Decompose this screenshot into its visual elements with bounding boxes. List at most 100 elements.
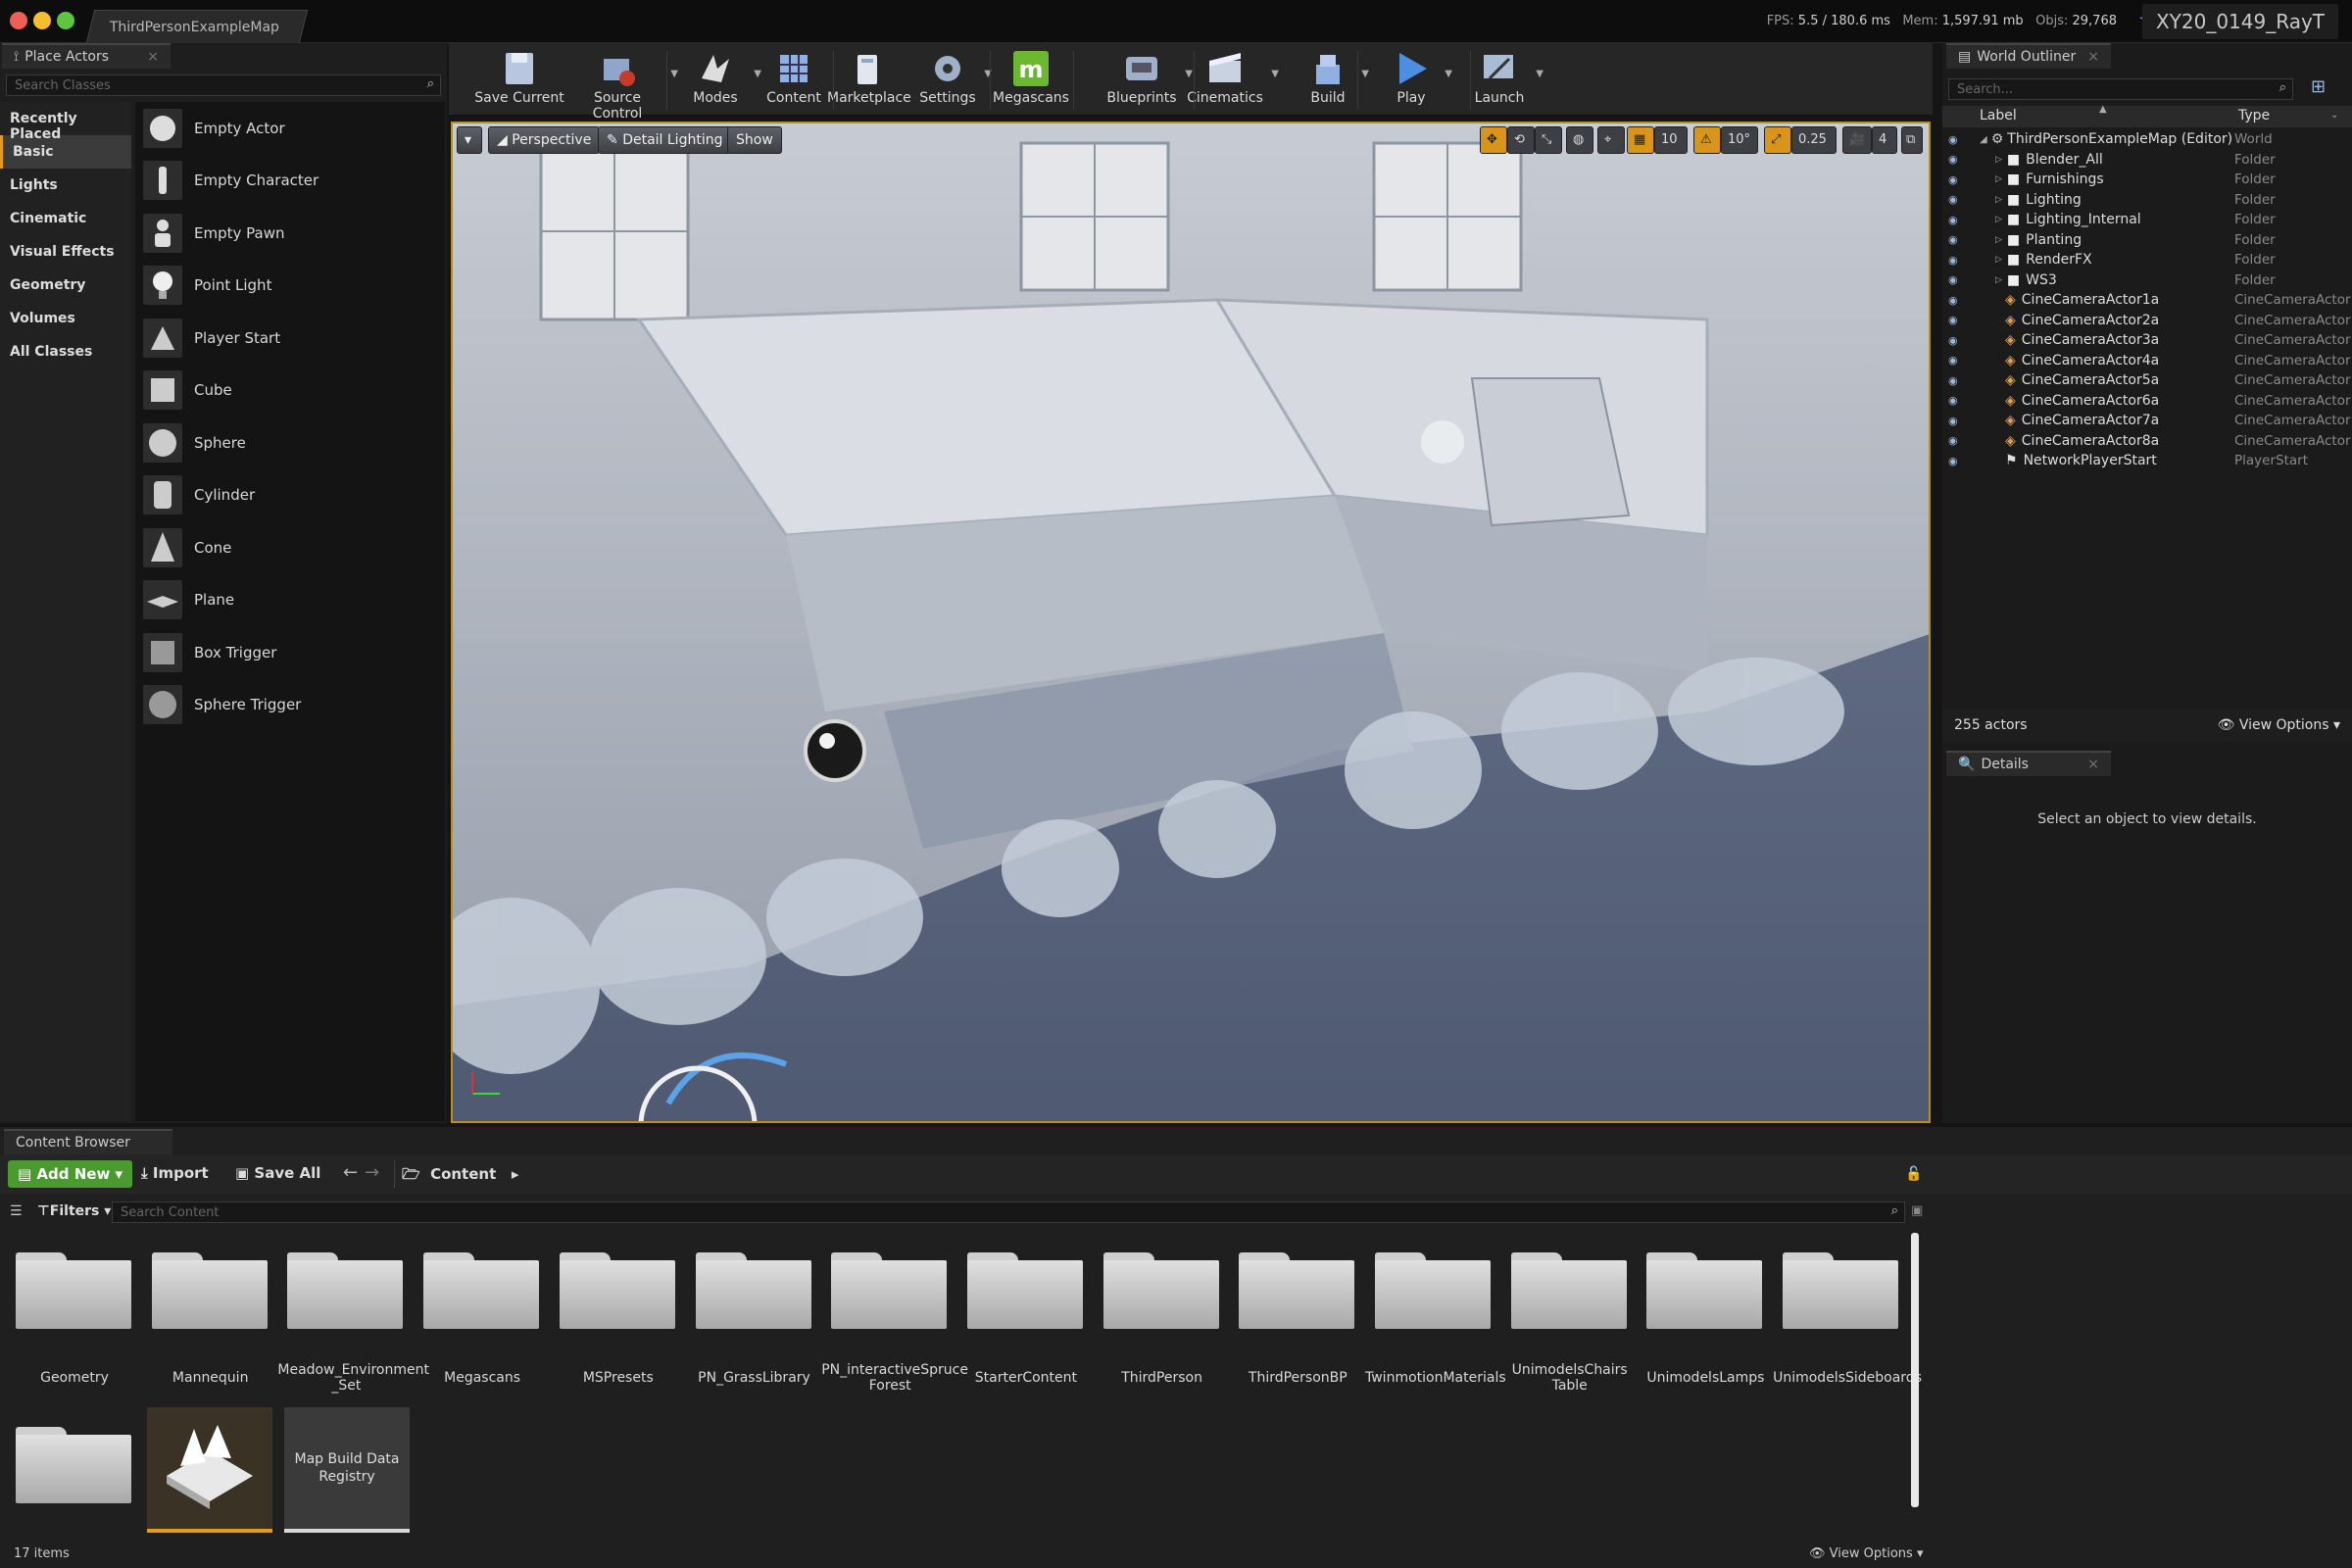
add-new-button[interactable]: ▤ Add New ▾ [8,1160,133,1188]
grid-snap-icon[interactable]: ▦ [1627,126,1654,154]
label-column-header[interactable]: Label [1980,108,2017,123]
expand-arrow-icon[interactable]: ▷ [1995,215,2002,224]
visibility-eye-icon[interactable]: ◉ [1948,294,1970,307]
back-arrow-icon[interactable]: ← [343,1162,358,1183]
rotation-snap-icon[interactable]: ⚠ [1693,126,1721,154]
scale-snap-icon[interactable]: ⤢ [1764,126,1791,154]
visibility-eye-icon[interactable]: ◉ [1948,354,1970,367]
sources-panel-icon[interactable]: ☰ [10,1203,23,1219]
folder-pn-grasslibrary[interactable]: PN_GrassLibrary [695,1252,813,1386]
folder-thirdpersonbp[interactable]: ThirdPersonBP [1239,1252,1356,1386]
build-button[interactable]: Build ▼ [1298,43,1369,116]
dropdown-arrow-icon[interactable]: ▼ [1361,69,1369,79]
folder-unimodelschairs-table[interactable]: UnimodelsChairs Table [1510,1252,1629,1394]
rotate-tool-icon[interactable]: ⟲ [1507,126,1535,154]
category-recently-placed[interactable]: Recently Placed [0,102,131,142]
forward-arrow-icon[interactable]: → [365,1162,379,1183]
outliner-row[interactable]: ◉ ◈ CineCameraActor7a CineCameraActor [1942,411,2352,431]
camera-speed-icon[interactable]: 🎥 [1842,126,1872,154]
marketplace-button[interactable]: Marketplace [827,43,911,116]
modes-button[interactable]: Modes ▼ [681,43,761,116]
settings-button[interactable]: Settings ▼ [915,43,992,116]
dropdown-arrow-icon[interactable]: ▼ [670,69,678,79]
outliner-row[interactable]: ◉ ▷ ■ Lighting_Internal Folder [1942,210,2352,230]
folder-pn-interactivespruce-forest[interactable]: PN_interactiveSpruce Forest [821,1252,968,1394]
visibility-eye-icon[interactable]: ◉ [1948,133,1970,146]
category-visual-effects[interactable]: Visual Effects [0,235,131,269]
grid-snap-value[interactable]: 10 [1654,126,1688,154]
visibility-eye-icon[interactable]: ◉ [1948,334,1970,347]
outliner-row[interactable]: ◉ ◈ CineCameraActor1a CineCameraActor [1942,290,2352,311]
outliner-row[interactable]: ◉ ◈ CineCameraActor8a CineCameraActor [1942,431,2352,452]
scale-snap-value[interactable]: 0.25 [1791,126,1837,154]
close-tab-icon[interactable]: × [2087,757,2099,772]
megascans-button[interactable]: m Megascans [990,43,1072,116]
viewport-options-button[interactable]: ▾ [457,126,482,154]
outliner-row[interactable]: ◉ ▷ ■ Blender_All Folder [1942,150,2352,171]
view-options-button[interactable]: 👁 View Options ▾ [2218,717,2340,733]
folder-thirdperson[interactable]: ThirdPerson [1102,1252,1221,1386]
actor-item-cone[interactable]: Cone [135,521,445,574]
view-mode-button[interactable]: ✎ Detail Lighting [598,126,732,154]
category-volumes[interactable]: Volumes [0,302,131,335]
folder-mannequin[interactable]: Mannequin [151,1252,270,1386]
expand-arrow-icon[interactable]: ▷ [1995,275,2002,285]
play-button[interactable]: Play ▼ [1382,43,1452,116]
scale-tool-icon[interactable]: ⤡ [1535,126,1562,154]
visibility-eye-icon[interactable]: ◉ [1948,374,1970,387]
content-browser-tab[interactable]: Content Browser [4,1129,172,1154]
asset-map-build-data[interactable] [147,1407,272,1533]
outliner-row[interactable]: ◉ ▷ ■ Furnishings Folder [1942,170,2352,190]
dropdown-arrow-icon[interactable]: ▼ [1536,69,1544,79]
actor-item-point-light[interactable]: Point Light [135,260,445,313]
import-button[interactable]: ⤓ Import [141,1164,209,1182]
actor-item-sphere-trigger[interactable]: Sphere Trigger [135,679,445,732]
path-breadcrumb[interactable]: 🗁 Content ▸ [402,1164,518,1189]
folder-megascans[interactable]: Megascans [423,1252,541,1386]
show-button[interactable]: Show [727,126,782,154]
actor-item-empty-pawn[interactable]: Empty Pawn [135,207,445,260]
outliner-row[interactable]: ◉ ◈ CineCameraActor3a CineCameraActor [1942,330,2352,351]
source-control-button[interactable]: Source Control ▼ [568,43,678,122]
outliner-row[interactable]: ◉ ◢ ⚙ ThirdPersonExampleMap (Editor) World [1942,129,2352,150]
save-search-icon[interactable]: ▣ [1911,1203,1923,1218]
outliner-row[interactable]: ◉ ▷ ■ RenderFX Folder [1942,250,2352,270]
visibility-eye-icon[interactable]: ◉ [1948,434,1970,447]
category-cinematic[interactable]: Cinematic [0,202,131,235]
visibility-eye-icon[interactable]: ◉ [1948,193,1970,206]
visibility-eye-icon[interactable]: ◉ [1948,233,1970,246]
launch-button[interactable]: Launch ▼ [1467,43,1544,116]
dropdown-arrow-icon[interactable]: ▼ [754,69,761,79]
category-all-classes[interactable]: All Classes [0,335,131,368]
visibility-eye-icon[interactable]: ◉ [1948,394,1970,407]
cinematics-button[interactable]: Cinematics ▼ [1183,43,1279,116]
search-classes-input[interactable]: Search Classes ⌕ [6,74,441,96]
perspective-button[interactable]: ◢ Perspective [488,126,601,154]
close-window-button[interactable] [10,12,27,29]
visibility-eye-icon[interactable]: ◉ [1948,314,1970,326]
outliner-row[interactable]: ◉ ◈ CineCameraActor4a CineCameraActor [1942,351,2352,371]
outliner-row[interactable]: ◉ ◈ CineCameraActor6a CineCameraActor [1942,391,2352,412]
actor-item-empty-character[interactable]: Empty Character [135,155,445,208]
actor-item-sphere[interactable]: Sphere [135,416,445,469]
content-scrollbar[interactable] [1911,1233,1919,1507]
asset-map-build-data-registry[interactable]: Map Build Data Registry [284,1407,410,1533]
outliner-row[interactable]: ◉ ◈ CineCameraActor5a CineCameraActor [1942,370,2352,391]
category-geometry[interactable]: Geometry [0,269,131,302]
actor-item-empty-actor[interactable]: Empty Actor [135,102,445,155]
expand-arrow-icon[interactable]: ▷ [1995,195,2002,205]
world-outliner-tab[interactable]: ▤ World Outliner × [1946,43,2111,69]
add-folder-icon[interactable]: ⊞ [2311,76,2336,100]
actor-item-plane[interactable]: Plane [135,574,445,627]
expand-arrow-icon[interactable]: ▷ [1995,235,2002,245]
details-tab[interactable]: 🔍 Details × [1946,751,2111,776]
outliner-row[interactable]: ◉ ⚑ NetworkPlayerStart PlayerStart [1942,451,2352,471]
type-column-header[interactable]: Type [2238,108,2270,123]
visibility-eye-icon[interactable]: ◉ [1948,153,1970,166]
folder-meadow-environment-set[interactable]: Meadow_Environment _Set [277,1252,429,1394]
place-actors-tab[interactable]: ⟟ Place Actors × [2,43,171,69]
category-lights[interactable]: Lights [0,169,131,202]
outliner-row[interactable]: ◉ ◈ CineCameraActor2a CineCameraActor [1942,311,2352,331]
save-current-button[interactable]: Save Current [474,43,564,116]
save-all-button[interactable]: ▣ Save All [235,1164,320,1182]
